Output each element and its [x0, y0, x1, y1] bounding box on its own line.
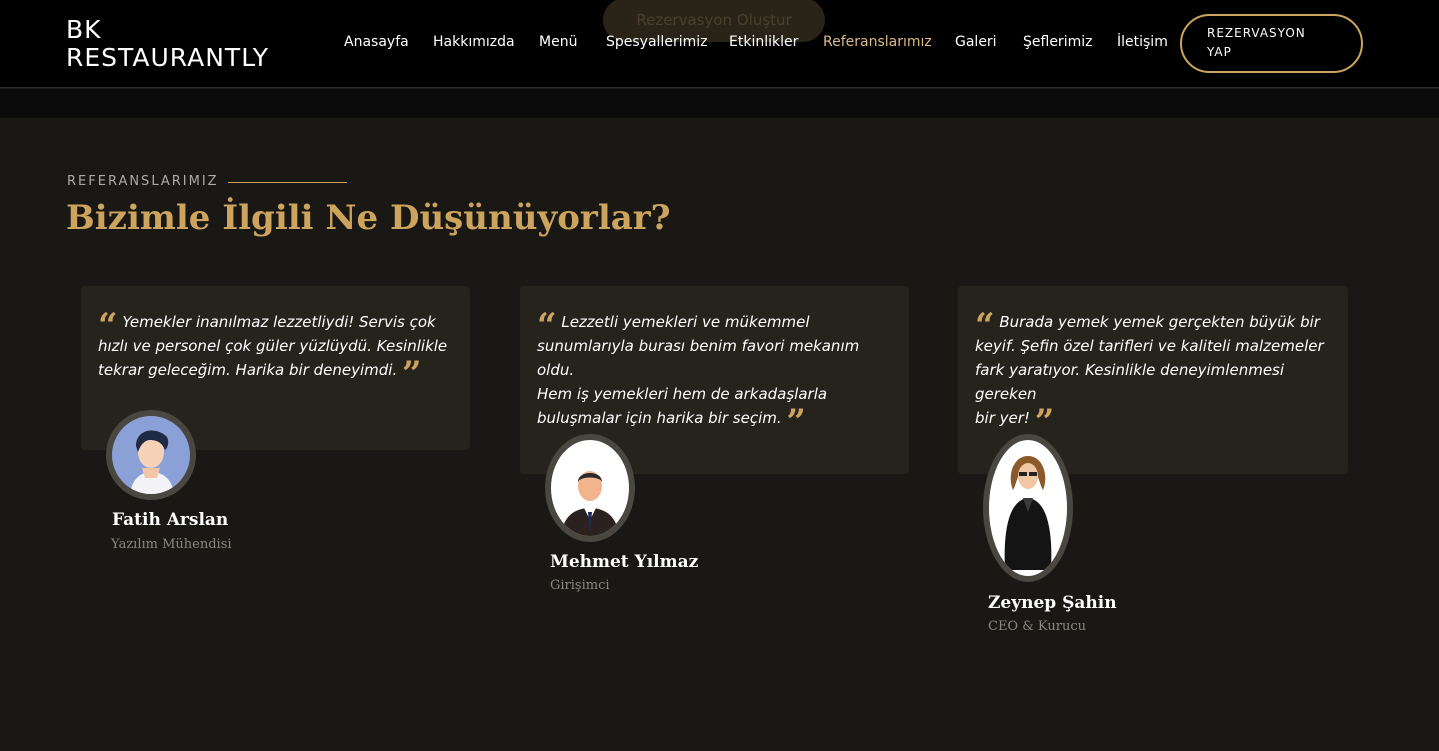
testimonial-quote-1: “ Yemekler inanılmaz lezzetliydi! Servis… [98, 309, 458, 391]
quote-2-line-4: buluşmalar için harika bir seçim. [537, 409, 782, 427]
eyebrow-divider [228, 182, 347, 183]
nav-item-menu[interactable]: Menü [539, 34, 577, 50]
site-header: Rezervasyon Oluştur BK RESTAURANTLY Anas… [0, 0, 1439, 88]
section-eyebrow: REFERANSLARIMIZ [67, 174, 219, 189]
quote-2-line-3: Hem iş yemekleri hem de arkadaşlarla [537, 385, 828, 403]
testimonial-quote-2: “ Lezzetli yemekleri ve mükemmel sunumla… [537, 309, 897, 439]
quote-2-line-2: sunumlarıyla burası benim favori mekanım… [537, 337, 860, 379]
testimonial-name-1: Fatih Arslan [112, 510, 229, 530]
quote-close-icon: ” [402, 354, 422, 394]
quote-3-line-3: fark yaratıyor. Kesinlikle deneyimlenmes… [975, 361, 1285, 403]
testimonial-name-2: Mehmet Yılmaz [550, 552, 699, 572]
quote-1-line-2: hızlı ve personel çok güler yüzlüydü. Ke… [98, 337, 448, 355]
testimonial-quote-3: “ Burada yemek yemek gerçekten büyük bir… [975, 309, 1337, 439]
logo-line-2: RESTAURANTLY [66, 43, 270, 72]
nav-item-gallery[interactable]: Galeri [955, 34, 997, 50]
quote-2-line-1: Lezzetli yemekleri ve mükemmel [561, 313, 810, 331]
book-table-button[interactable]: REZERVASYON YAP [1180, 14, 1363, 73]
nav-item-home[interactable]: Anasayfa [344, 34, 409, 50]
testimonial-role-3: CEO & Kurucu [988, 619, 1086, 634]
book-table-label-2: YAP [1207, 45, 1232, 59]
nav-item-specials[interactable]: Spesyallerimiz [606, 34, 707, 50]
businesswoman-icon [983, 434, 1073, 582]
nav-item-events[interactable]: Etkinlikler [729, 34, 798, 50]
testimonial-name-3: Zeynep Şahin [988, 593, 1117, 613]
nav-item-contact[interactable]: İletişim [1117, 34, 1168, 50]
testimonial-role-1: Yazılım Mühendisi [111, 537, 232, 552]
quote-close-icon: ” [786, 402, 806, 442]
site-logo[interactable]: BK RESTAURANTLY [66, 16, 269, 72]
man-illustration-icon [106, 410, 196, 500]
logo-line-1: BK [66, 15, 102, 44]
nav-item-testimonials[interactable]: Referanslarımız [823, 34, 932, 50]
nav-item-chefs[interactable]: Şeflerimiz [1023, 34, 1092, 50]
quote-3-line-4: bir yer! [975, 409, 1030, 427]
quote-1-line-3: tekrar geleceğim. Harika bir deneyimdi. [98, 361, 398, 379]
businessman-icon [545, 434, 635, 542]
testimonial-role-2: Girişimci [550, 578, 610, 593]
quote-3-line-2: keyif. Şefin özel tarifleri ve kaliteli … [975, 337, 1324, 355]
nav-item-about[interactable]: Hakkımızda [433, 34, 515, 50]
quote-3-line-1: Burada yemek yemek gerçekten büyük bir [999, 313, 1320, 331]
header-shadow-strip [0, 89, 1439, 118]
section-title: Bizimle İlgili Ne Düşünüyorlar? [66, 198, 671, 238]
book-table-label-1: REZERVASYON [1207, 26, 1306, 40]
quote-1-line-1: Yemekler inanılmaz lezzetliydi! Servis ç… [122, 313, 436, 331]
